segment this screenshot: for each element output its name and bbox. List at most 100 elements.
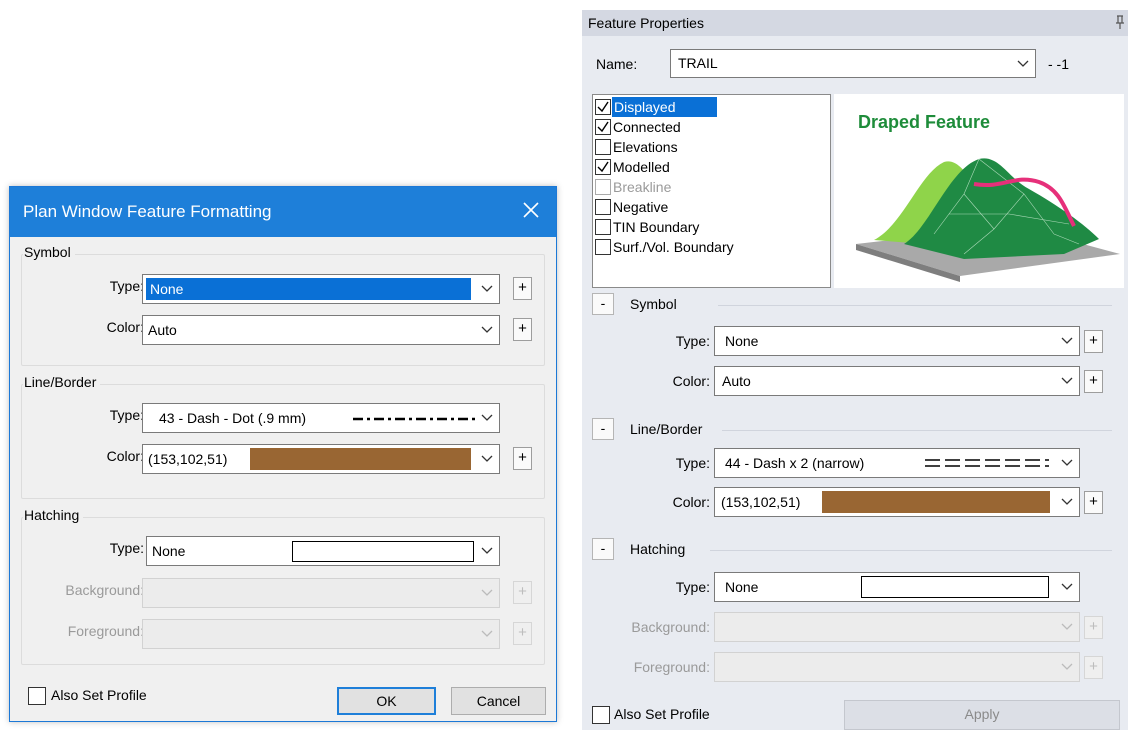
line-color-add-button[interactable]: +: [513, 447, 532, 470]
chevron-down-icon: [1061, 623, 1073, 630]
cancel-button[interactable]: Cancel: [451, 687, 546, 715]
symbol-color-add-button[interactable]: +: [513, 318, 532, 341]
check-icon: [597, 101, 609, 113]
elevations-checkbox[interactable]: [595, 139, 611, 155]
line-color-combo[interactable]: (153,102,51): [142, 444, 500, 474]
line-type-combo[interactable]: 43 - Dash - Dot (.9 mm): [142, 403, 500, 433]
symbol-type-value: None: [146, 278, 471, 300]
chevron-down-icon: [481, 455, 493, 462]
line-type-value: 43 - Dash - Dot (.9 mm): [159, 410, 307, 426]
collapse-line-border-button[interactable]: -: [592, 418, 614, 440]
symbol-type-add-button[interactable]: +: [513, 277, 532, 300]
dialog-title: Plan Window Feature Formatting: [23, 202, 272, 221]
section-divider: [710, 550, 1112, 551]
line-color-label: Color:: [106, 448, 144, 464]
hatch-type-combo[interactable]: None: [146, 536, 500, 566]
feature-label: Breakline: [613, 179, 672, 195]
list-item[interactable]: Modelled: [593, 157, 828, 177]
pin-icon[interactable]: [1114, 14, 1126, 30]
feature-label: Displayed: [612, 97, 718, 117]
symbol-type-combo[interactable]: None: [714, 326, 1080, 356]
hatch-background-combo[interactable]: [142, 578, 500, 608]
hatch-background-label: Background:: [65, 582, 144, 598]
feature-preview: Draped Feature: [834, 94, 1124, 288]
hatch-type-combo[interactable]: None: [714, 572, 1080, 602]
surf-vol-boundary-checkbox[interactable]: [595, 239, 611, 255]
symbol-color-combo[interactable]: Auto: [142, 315, 500, 345]
hatch-type-label: Type:: [675, 579, 710, 595]
panel-header: Feature Properties: [582, 10, 1128, 36]
hatching-group-title: Hatching: [23, 507, 84, 523]
list-item[interactable]: Breakline: [593, 177, 828, 197]
ok-button[interactable]: OK: [337, 687, 436, 715]
list-item[interactable]: Surf./Vol. Boundary: [593, 237, 828, 257]
chevron-down-icon: [1061, 583, 1073, 590]
line-type-combo[interactable]: 44 - Dash x 2 (narrow): [714, 448, 1080, 478]
line-border-section-title: Line/Border: [630, 421, 703, 437]
line-color-combo[interactable]: (153,102,51): [714, 487, 1080, 517]
section-divider: [718, 305, 1112, 306]
collapse-hatching-button[interactable]: -: [592, 538, 614, 560]
chevron-down-icon: [481, 589, 493, 596]
hatch-foreground-label: Foreground:: [633, 659, 710, 675]
symbol-section-header: - Symbol: [592, 293, 1112, 319]
hatch-background-combo[interactable]: [714, 612, 1080, 642]
displayed-checkbox[interactable]: [595, 99, 611, 115]
line-border-group-title: Line/Border: [23, 374, 101, 390]
connected-checkbox[interactable]: [595, 119, 611, 135]
line-color-value: (153,102,51): [721, 494, 801, 510]
hatch-preview: [861, 576, 1049, 598]
list-item[interactable]: Displayed: [593, 97, 828, 117]
name-label: Name:: [596, 56, 638, 72]
also-set-profile-label: Also Set Profile: [51, 687, 147, 703]
list-item[interactable]: Negative: [593, 197, 828, 217]
list-item[interactable]: TIN Boundary: [593, 217, 828, 237]
draped-feature-illustration: [856, 158, 1120, 282]
breakline-checkbox[interactable]: [595, 179, 611, 195]
chevron-down-icon: [481, 326, 493, 333]
hatch-foreground-add-button[interactable]: +: [1084, 656, 1103, 679]
symbol-type-label: Type:: [675, 333, 710, 349]
name-combo[interactable]: TRAIL: [670, 49, 1036, 78]
hatch-foreground-add-button[interactable]: +: [513, 622, 532, 645]
list-item[interactable]: Elevations: [593, 137, 828, 157]
collapse-symbol-button[interactable]: -: [592, 293, 614, 315]
check-icon: [597, 121, 609, 133]
feature-formatting-dialog: Plan Window Feature Formatting Symbol Ty…: [9, 186, 557, 722]
negative-checkbox[interactable]: [595, 199, 611, 215]
feature-label: Connected: [613, 119, 681, 135]
symbol-group: Symbol Type: None + Color: Auto +: [21, 244, 545, 366]
line-color-add-button[interactable]: +: [1084, 491, 1103, 514]
dash-dot-pattern-icon: [353, 417, 477, 421]
modelled-checkbox[interactable]: [595, 159, 611, 175]
symbol-section-title: Symbol: [630, 296, 677, 312]
hatch-foreground-combo[interactable]: [714, 652, 1080, 682]
line-type-value: 44 - Dash x 2 (narrow): [725, 455, 865, 471]
also-set-profile-checkbox[interactable]: [592, 706, 610, 724]
symbol-color-value: Auto: [148, 322, 177, 338]
hatch-foreground-label: Foreground:: [67, 623, 144, 639]
hatch-background-label: Background:: [631, 619, 710, 635]
tin-boundary-checkbox[interactable]: [595, 219, 611, 235]
symbol-type-combo[interactable]: None: [142, 274, 500, 304]
feature-label: Negative: [613, 199, 669, 215]
apply-button[interactable]: Apply: [844, 700, 1120, 730]
line-type-label: Type:: [109, 407, 144, 423]
hatch-foreground-combo[interactable]: [142, 619, 500, 649]
chevron-down-icon: [1061, 377, 1073, 384]
also-set-profile-label: Also Set Profile: [614, 706, 710, 722]
also-set-profile-checkbox[interactable]: [28, 687, 46, 705]
symbol-color-label: Color:: [672, 373, 710, 389]
symbol-color-combo[interactable]: Auto: [714, 366, 1080, 396]
dialog-title-bar[interactable]: Plan Window Feature Formatting: [10, 187, 556, 237]
list-item[interactable]: Connected: [593, 117, 828, 137]
line-color-swatch: [822, 491, 1050, 513]
symbol-type-add-button[interactable]: +: [1084, 330, 1103, 353]
preview-title: Draped Feature: [858, 112, 991, 132]
hatch-background-add-button[interactable]: +: [1084, 616, 1103, 639]
chevron-down-icon: [1061, 459, 1073, 466]
line-color-label: Color:: [672, 494, 710, 510]
close-icon[interactable]: [516, 195, 546, 225]
hatch-background-add-button[interactable]: +: [513, 581, 532, 604]
symbol-color-add-button[interactable]: +: [1084, 370, 1103, 393]
